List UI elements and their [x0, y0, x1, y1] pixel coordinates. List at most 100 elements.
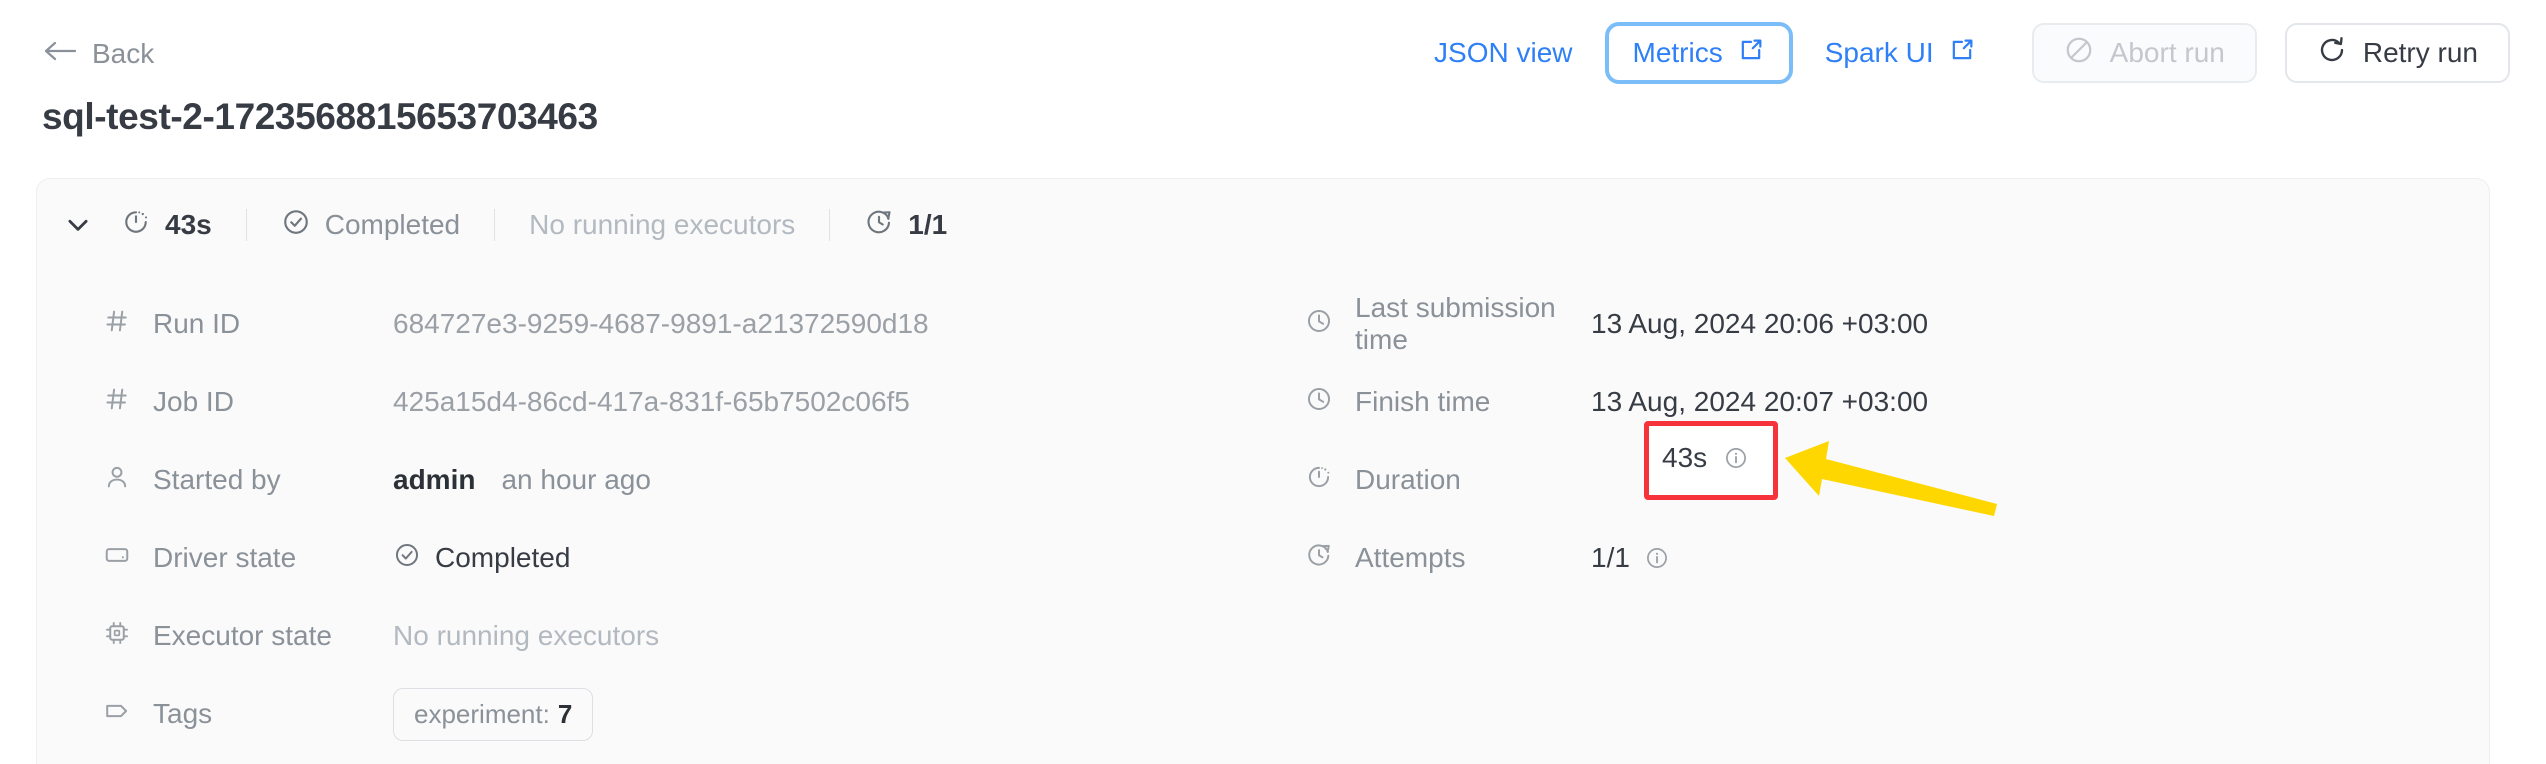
detail-value: 13 Aug, 2024 20:06 +03:00 [1591, 308, 1929, 339]
attempts-value: 1/1 [1591, 542, 1630, 573]
detail-label-text: Run ID [153, 308, 241, 339]
json-view-link[interactable]: JSON view [1414, 24, 1592, 82]
detail-label-text: Driver state [153, 542, 297, 573]
driver-state-value: Completed [393, 541, 570, 576]
header-actions: JSON view Metrics Spark UI Abort run Ret… [1414, 22, 2510, 84]
detail-label: Run ID [103, 307, 393, 342]
detail-label: Attempts [1305, 541, 1591, 576]
chevron-down-icon[interactable] [63, 210, 93, 240]
duration-value-highlighted: 43s [1662, 442, 1749, 474]
detail-label-text: Started by [153, 464, 281, 495]
started-by-user: admin [393, 464, 476, 495]
retry-run-button[interactable]: Retry run [2284, 23, 2510, 83]
status-executors-value: No running executors [529, 209, 796, 240]
abort-run-button: Abort run [2031, 23, 2257, 83]
detail-row-driver-state: Driver state Completed [103, 519, 929, 597]
started-by-relative-time: an hour ago [501, 464, 651, 495]
retry-clock-icon [864, 207, 894, 244]
detail-value: 1/1 [1591, 542, 1670, 574]
detail-label-text: Tags [153, 698, 213, 729]
stopwatch-icon [1305, 463, 1333, 498]
detail-value: 43s [1591, 464, 1636, 496]
details-left-column: Run ID 684727e3-9259-4687-9891-a21372590… [103, 285, 929, 753]
external-link-icon [1948, 36, 1976, 71]
page-title: sql-test-2-1723568815653703463 [42, 96, 598, 137]
hash-icon [103, 307, 131, 342]
detail-label-text: Last submission time [1355, 292, 1556, 355]
back-label: Back [92, 38, 155, 69]
detail-value: 684727e3-9259-4687-9891-a21372590d18 [393, 308, 929, 339]
detail-row-tags: Tags experiment: 7 [103, 675, 929, 753]
detail-label-text: Attempts [1355, 542, 1466, 573]
external-link-icon [1737, 36, 1765, 71]
status-bar: 43s Completed No running executors 1/1 [63, 201, 947, 249]
back-button[interactable]: Back [42, 38, 154, 70]
tag-chip[interactable]: experiment: 7 [393, 687, 594, 741]
ban-icon [2064, 35, 2094, 72]
detail-row-job-id: Job ID 425a15d4-86cd-417a-831f-65b7502c0… [103, 363, 929, 441]
detail-label: Last submission time [1305, 292, 1591, 356]
divider [494, 209, 496, 241]
metrics-label: Metrics [1632, 37, 1723, 68]
detail-value: 13 Aug, 2024 20:07 +03:00 [1591, 386, 1929, 417]
json-view-label: JSON view [1434, 37, 1573, 68]
cpu-chip-icon [103, 619, 131, 654]
driver-state-text: Completed [435, 542, 571, 573]
status-state-value: Completed [324, 209, 461, 240]
status-duration: 43s [121, 207, 212, 244]
spark-ui-link[interactable]: Spark UI [1805, 24, 1996, 82]
detail-row-last-submission-time: Last submission time 13 Aug, 2024 20:06 … [1305, 285, 1928, 363]
refresh-icon [2317, 35, 2347, 72]
detail-value: No running executors [393, 620, 660, 651]
retry-run-label: Retry run [2362, 37, 2478, 68]
tag-value: 7 [557, 698, 573, 729]
retry-clock-icon [1305, 541, 1333, 576]
display-icon [103, 541, 131, 576]
detail-label-text: Executor state [153, 620, 332, 651]
clock-icon [1305, 307, 1333, 342]
detail-label-text: Finish time [1355, 386, 1491, 417]
tag-icon [103, 697, 131, 732]
arrow-left-icon [42, 38, 77, 70]
duration-value: 43s [1662, 442, 1708, 473]
detail-value: admin an hour ago [393, 464, 651, 496]
detail-label: Job ID [103, 385, 393, 420]
divider [829, 209, 831, 241]
run-summary-card: 43s Completed No running executors 1/1 R… [36, 178, 2490, 764]
run-details-page: Back sql-test-2-1723568815653703463 JSON… [0, 0, 2546, 764]
detail-label-text: Job ID [153, 386, 234, 417]
info-icon[interactable] [1723, 445, 1749, 471]
annotation-arrow [1782, 430, 2002, 535]
detail-value: 425a15d4-86cd-417a-831f-65b7502c06f5 [393, 386, 910, 417]
clock-icon [1305, 385, 1333, 420]
divider [245, 209, 247, 241]
detail-label: Duration [1305, 463, 1591, 498]
spark-ui-label: Spark UI [1824, 37, 1934, 68]
detail-value: Completed [393, 541, 570, 576]
info-icon[interactable] [1644, 545, 1670, 571]
detail-label-text: Duration [1355, 464, 1461, 495]
status-state: Completed [281, 207, 460, 244]
user-icon [103, 463, 131, 498]
stopwatch-icon [121, 207, 151, 244]
metrics-link[interactable]: Metrics [1604, 22, 1793, 84]
detail-label: Driver state [103, 541, 393, 576]
detail-row-run-id: Run ID 684727e3-9259-4687-9891-a21372590… [103, 285, 929, 363]
detail-label: Tags [103, 697, 393, 732]
detail-label: Started by [103, 463, 393, 498]
detail-row-executor-state: Executor state No running executors [103, 597, 929, 675]
detail-value: experiment: 7 [393, 687, 594, 741]
status-attempts: 1/1 [864, 207, 947, 244]
status-executors: No running executors [529, 209, 795, 241]
tag-key: experiment: [414, 698, 550, 729]
detail-label: Executor state [103, 619, 393, 654]
status-duration-value: 43s [165, 209, 212, 240]
check-circle-icon [281, 207, 311, 244]
status-attempts-value: 1/1 [908, 209, 948, 240]
check-circle-icon [393, 541, 421, 576]
abort-run-label: Abort run [2109, 37, 2225, 68]
detail-row-started-by: Started by admin an hour ago [103, 441, 929, 519]
hash-icon [103, 385, 131, 420]
detail-label: Finish time [1305, 385, 1591, 420]
page-header: Back sql-test-2-1723568815653703463 JSON… [0, 0, 2546, 137]
